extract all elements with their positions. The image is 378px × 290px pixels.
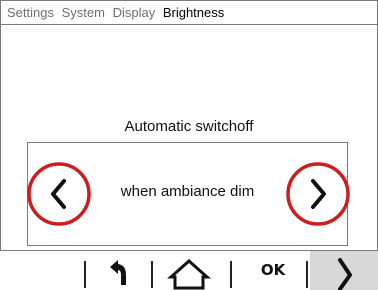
next-value-button[interactable] — [285, 161, 351, 227]
home-button[interactable] — [159, 251, 219, 290]
bar-separator — [306, 261, 308, 288]
bar-separator — [151, 261, 153, 288]
home-icon — [167, 258, 211, 290]
previous-value-button[interactable] — [26, 161, 92, 227]
ok-button[interactable]: OK — [254, 251, 292, 290]
breadcrumb-item-display[interactable]: Display — [113, 5, 156, 20]
breadcrumb: Settings System Display Brightness — [1, 1, 377, 25]
back-arrow-icon — [110, 260, 126, 285]
breadcrumb-item-system[interactable]: System — [62, 5, 105, 20]
bar-separator — [230, 261, 232, 288]
back-button[interactable] — [96, 251, 140, 290]
breadcrumb-item-settings[interactable]: Settings — [7, 5, 54, 20]
next-page-button[interactable] — [310, 251, 378, 290]
setting-title: Automatic switchoff — [124, 118, 254, 135]
bottom-navigation-bar: OK — [0, 250, 378, 290]
bar-separator — [84, 261, 86, 288]
chevron-right-icon — [286, 162, 350, 226]
chevron-left-icon — [27, 162, 91, 226]
breadcrumb-current-page: Brightness — [162, 5, 225, 20]
ok-label: OK — [260, 261, 286, 279]
chevron-right-icon — [338, 258, 352, 290]
